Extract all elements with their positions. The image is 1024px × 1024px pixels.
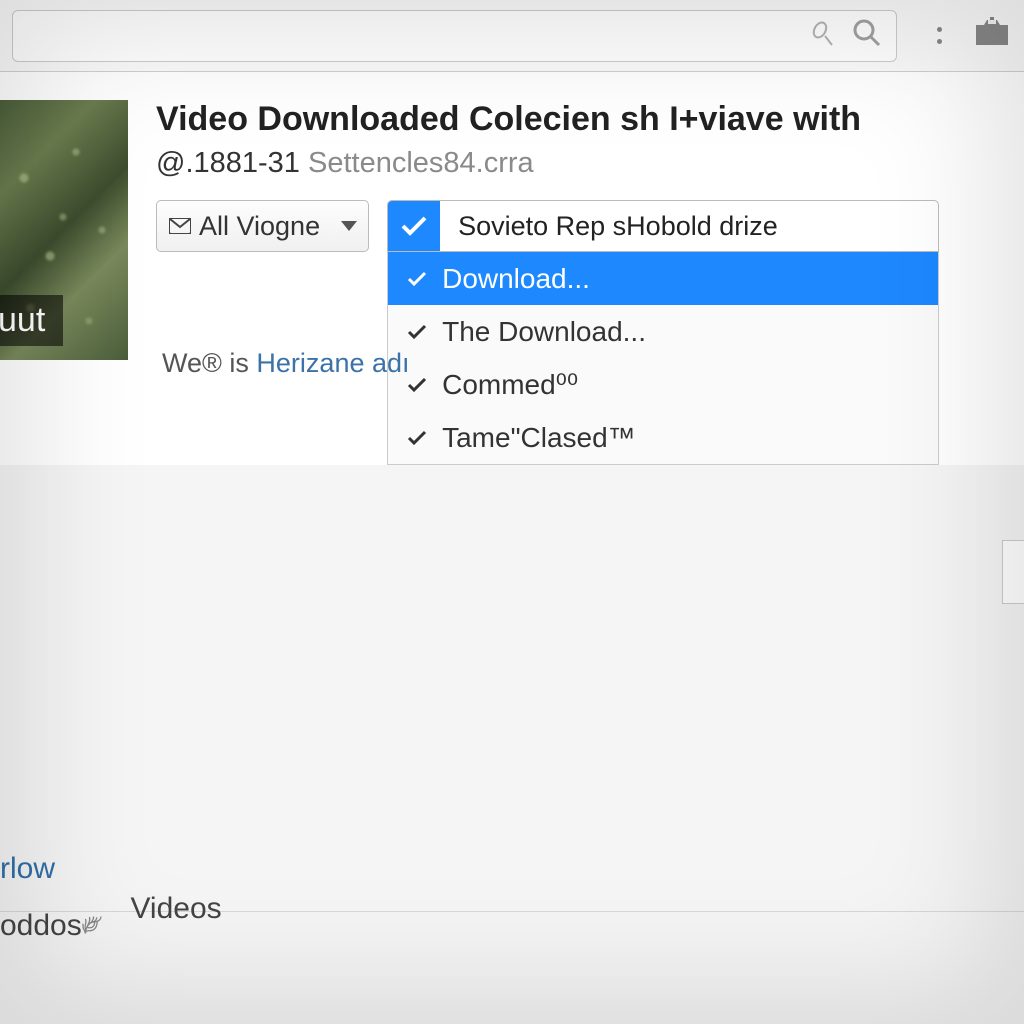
video-title: Video Downloaded Colecien sh I+viave wit… <box>156 100 1024 139</box>
top-toolbar <box>0 0 1024 72</box>
video-subtitle: @.1881-31 Settencles84.crra <box>156 147 1024 180</box>
dropdown-label: All Viogne <box>199 211 320 242</box>
right-panel-edge <box>1002 540 1024 604</box>
menu-list: Download... The Download... Commed⁰⁰ <box>387 252 939 465</box>
more-icon[interactable] <box>937 27 942 44</box>
thumb-label: uut <box>0 295 63 346</box>
desc-prefix: We® is <box>162 348 256 378</box>
desc-link[interactable]: Herizane adı <box>256 348 409 378</box>
search-input-wrapper[interactable] <box>12 10 897 62</box>
description-line: We® is Herizane adı <box>162 348 410 379</box>
action-menu: Sovieto Rep sHobold drize Download... Th… <box>387 200 939 465</box>
subtitle-domain: Settencles84.crra <box>300 147 534 179</box>
menu-item-commed[interactable]: Commed⁰⁰ <box>388 358 938 411</box>
bottom-tabs: oddos༗ Videos <box>0 892 222 976</box>
menu-item-label: Tame"Clased™ <box>442 422 636 454</box>
bottom-link[interactable]: rlow <box>0 852 55 886</box>
tab-oddos[interactable]: oddos༗ <box>0 892 102 976</box>
check-icon <box>406 324 428 340</box>
menu-item-label: Download... <box>442 263 590 295</box>
menu-item-the-download[interactable]: The Download... <box>388 305 938 358</box>
camera-icon[interactable] <box>972 17 1012 54</box>
mic-icon[interactable] <box>812 19 834 52</box>
check-icon <box>406 430 428 446</box>
search-icon[interactable] <box>852 18 882 53</box>
menu-item-label: The Download... <box>442 316 646 348</box>
category-dropdown[interactable]: All Viogne <box>156 200 333 252</box>
menu-item-download[interactable]: Download... <box>388 252 938 305</box>
menu-item-label: Commed⁰⁰ <box>442 368 578 401</box>
tab-videos[interactable]: Videos <box>130 892 221 976</box>
menu-item-tame-clased[interactable]: Tame"Clased™ <box>388 411 938 464</box>
subtitle-prefix: @.1881-31 <box>156 147 300 179</box>
video-thumbnail[interactable]: uut <box>0 100 128 360</box>
menu-header-check <box>388 200 440 252</box>
dropdown-caret[interactable] <box>329 200 369 252</box>
content-area: uut Video Downloaded Colecien sh I+viave… <box>0 72 1024 465</box>
menu-header[interactable]: Sovieto Rep sHobold drize <box>387 200 939 252</box>
envelope-icon <box>169 218 191 234</box>
menu-header-text: Sovieto Rep sHobold drize <box>440 200 796 252</box>
check-icon <box>406 271 428 287</box>
